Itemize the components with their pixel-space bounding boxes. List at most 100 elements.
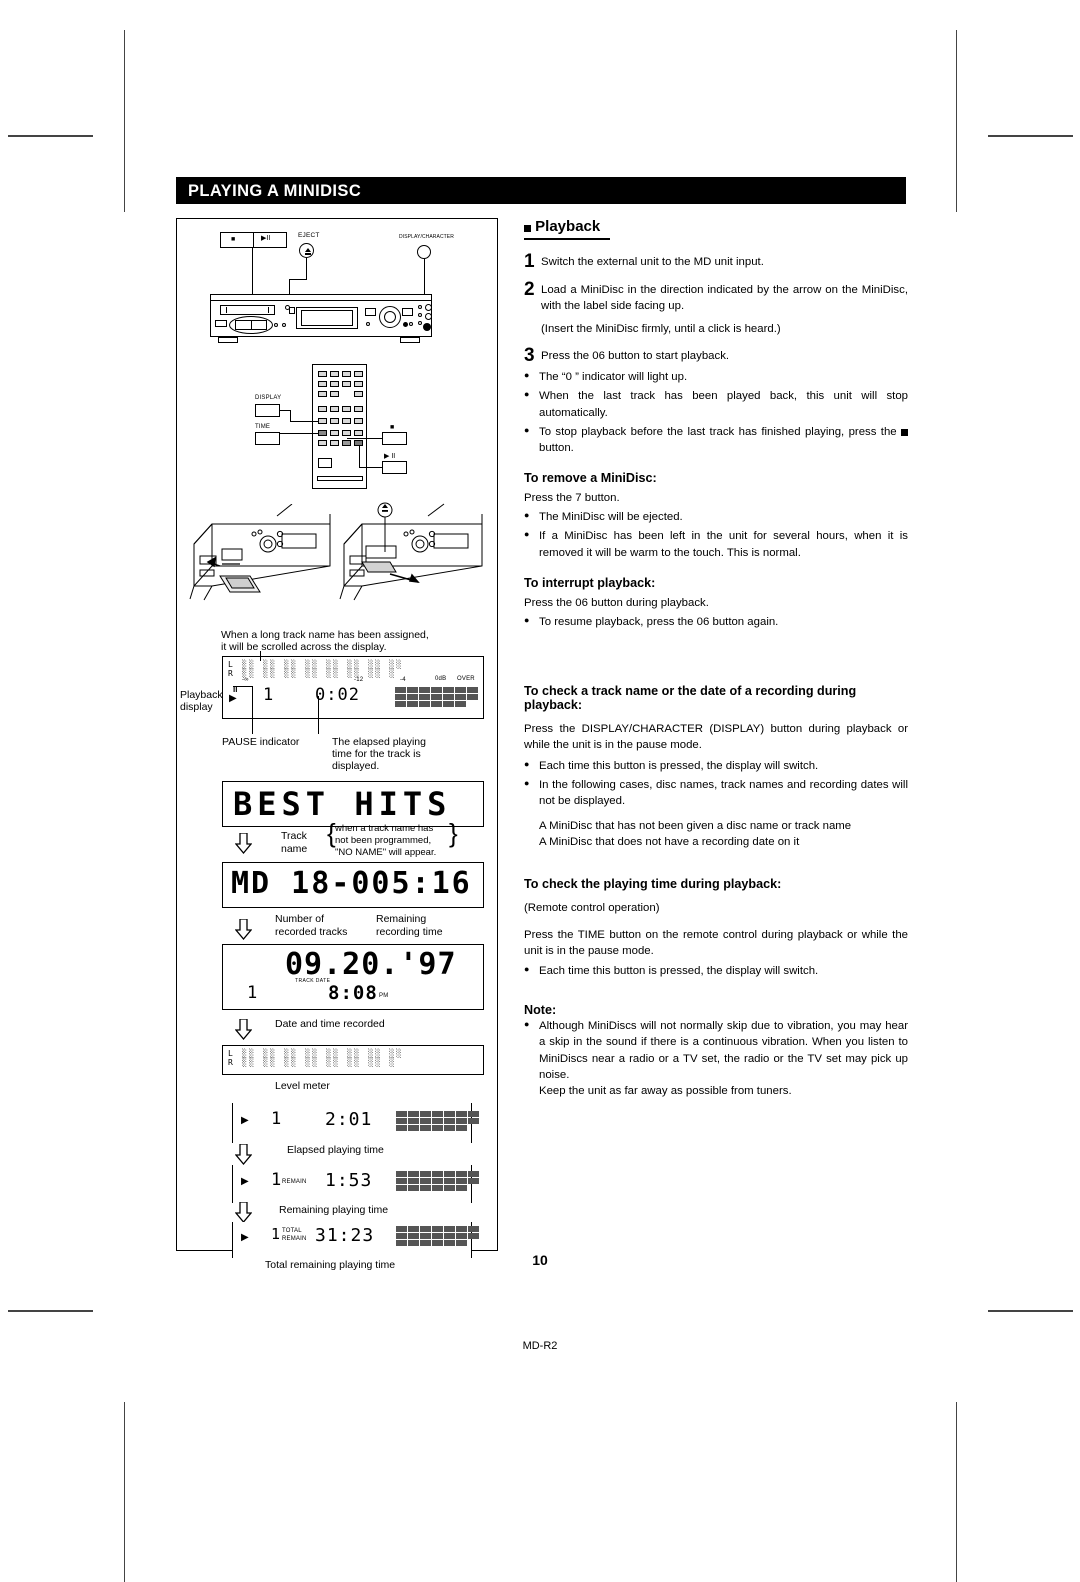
scroll-note-line-2: it will be scrolled across the display. [221, 641, 387, 653]
crop-mark-right-upper [988, 135, 1073, 137]
deck-foot-left [218, 337, 238, 343]
step-2: 2 Load a MiniDisc in the direction indic… [524, 278, 908, 338]
check-time-text: Press the TIME button on the remote cont… [524, 928, 908, 957]
crop-mark-left-lower [8, 1310, 93, 1312]
display-character-knob-icon [417, 245, 431, 259]
step-3-bullet-1-text: The “0 ” indicator will light up. [539, 371, 688, 384]
step-3-number: 3 [524, 345, 535, 367]
level-meter2-right-row: R ░░ ░░ ░░ ░░ ░░ ░░ ░░ ░ [228, 1058, 396, 1067]
meter-scale-0db: 0dB [435, 676, 447, 682]
flow-arrow-4 [234, 1143, 253, 1166]
crop-mark-right-lower [988, 1310, 1073, 1312]
bullet-dot-icon: ● [524, 389, 530, 400]
disc-info-text: MD 18-005:16 [231, 866, 472, 901]
remove-bullet-1-text: The MiniDisc will be ejected. [539, 511, 683, 524]
remote-key [354, 391, 363, 397]
level-meter-left-id: L [228, 660, 236, 669]
elapsed-track-grid [396, 1111, 479, 1131]
remove-bullet-2: ● If a MiniDisc has been left in the uni… [524, 528, 908, 560]
level-meter2-right-id: R [228, 1058, 236, 1067]
check-time-remote-note: (Remote control operation) [524, 901, 660, 914]
check-name-bullet-2-text: In the following cases, disc names, trac… [539, 778, 908, 807]
jog-indicator-mid [418, 313, 422, 317]
knob-upper [425, 304, 432, 311]
remote-key [318, 381, 327, 387]
elapsed-track-number: 1 [271, 1109, 282, 1129]
jog-indicator-bot [418, 321, 422, 325]
remaining-play-icon: ▶ [241, 1176, 249, 1187]
leader-elapsed [318, 696, 320, 734]
remote-key [318, 371, 327, 377]
remote-key [330, 371, 339, 377]
flow-arrow-5 [234, 1201, 253, 1224]
level-meter2-left-segments: ░░ ░░ ░░ ░░ ░░ ░░ ░░ ░░ [235, 1049, 404, 1058]
leader-display-b [290, 410, 292, 421]
eject-label: EJECT [298, 232, 320, 239]
knob-mid [425, 313, 432, 320]
check-time-bullet-1-text: Each time this button is pressed, the di… [539, 965, 819, 978]
deck-foot-right [400, 337, 420, 343]
check-name-case-2: A MiniDisc that does not have a recordin… [539, 836, 800, 849]
interrupt-bullet-1-text: To resume playback, press the 06 button … [539, 616, 779, 629]
deck-top-edge [210, 300, 432, 302]
step-3-bullet-1: ● The “0 ” indicator will light up. [524, 369, 908, 385]
heading-underline [524, 238, 610, 240]
total-remaining-time-value: 31:23 [315, 1225, 375, 1246]
num-tracks-label-2: recorded tracks [275, 926, 348, 938]
leader-play-a [359, 446, 361, 468]
jog-minidot-2 [409, 322, 413, 326]
step-1-text: Switch the external unit to the MD unit … [541, 255, 764, 268]
check-name-bullet-2: ● In the following cases, disc names, tr… [524, 777, 908, 809]
record-clock-meridiem: PM [379, 993, 389, 999]
elapsed-play-icon: ▶ [241, 1115, 249, 1126]
deck-display-inner [301, 310, 353, 326]
meter-scale-minus-infinity: -∞ [242, 677, 249, 683]
jog-dial-hub [384, 311, 396, 323]
crop-mark-top-left [124, 30, 125, 212]
leader-scroll-note [260, 651, 262, 661]
level-meter2-left-row: L ░░ ░░ ░░ ░░ ░░ ░░ ░░ ░░ [228, 1049, 403, 1058]
track-number-grid [395, 687, 478, 707]
flow-arrow-1 [234, 832, 253, 855]
section-header-bar: PLAYING A MINIDISC [176, 177, 906, 204]
remaining-rec-label-1: Remaining [376, 913, 427, 925]
check-time-bullet-1: ● Each time this button is pressed, the … [524, 963, 908, 979]
lcd-playback-display: L ░░ ░░ ░░ ░░ ░░ ░░ ░░ ░░ R ░░ ░░ ░░ ░░ … [222, 656, 484, 719]
remaining-rec-label-2: recording time [376, 926, 443, 938]
interrupt-playback-text: Press the 06 button during playback. [524, 596, 709, 609]
date-track-number: 1 [247, 983, 258, 1003]
jack-b [282, 323, 286, 327]
remove-bullet-1: ● The MiniDisc will be ejected. [524, 509, 908, 525]
level-meter-right-segments: ░░ ░░ ░░ ░░ ░░ ░░ ░░ ░ [235, 669, 397, 678]
flow-arrow-2 [234, 918, 253, 941]
check-name-bullet-1: ● Each time this button is pressed, the … [524, 758, 908, 774]
step-3-bullet-3: ● To stop playback before the last track… [524, 424, 908, 456]
illustration-column: ■ ▶II EJECT DISPLAY/CHARACTER DISPLAY TI… [176, 218, 498, 1271]
manual-page: PLAYING A MINIDISC ■ ▶II EJECT DISPLAY/C… [0, 0, 1080, 1582]
step-2-number: 2 [524, 278, 535, 300]
remote-key [354, 371, 363, 377]
no-name-note-1: when a track name has [335, 823, 434, 834]
elapsed-time-value: 2:01 [325, 1109, 373, 1130]
remote-key [342, 418, 351, 424]
stop-icon: ■ [231, 236, 236, 243]
step-3-bullet-3-post: button. [539, 441, 574, 454]
check-playing-time-heading: To check the playing time during playbac… [524, 876, 782, 891]
remote-play-callout-box [382, 461, 407, 474]
transport-key-split [251, 320, 253, 330]
remote-key [354, 381, 363, 387]
insert-minidisc-illustration [189, 504, 331, 601]
bullet-dot-icon: ● [524, 370, 530, 381]
num-tracks-label-1: Number of [275, 913, 325, 925]
remote-time-callout-box [255, 432, 280, 445]
bullet-square-icon [524, 225, 531, 232]
date-time-recorded-label: Date and time recorded [275, 1018, 385, 1030]
bullet-dot-icon: ● [524, 615, 530, 626]
meter-scale-minus-12: -12 [354, 677, 364, 683]
deck-display-marker [289, 307, 295, 314]
jog-button-right [402, 308, 413, 316]
step-3-bullet-3-text: To stop playback before the last track h… [539, 424, 908, 456]
remote-display-label: DISPLAY [255, 395, 282, 401]
remote-key [354, 430, 363, 436]
remote-display-callout-box [255, 404, 280, 417]
